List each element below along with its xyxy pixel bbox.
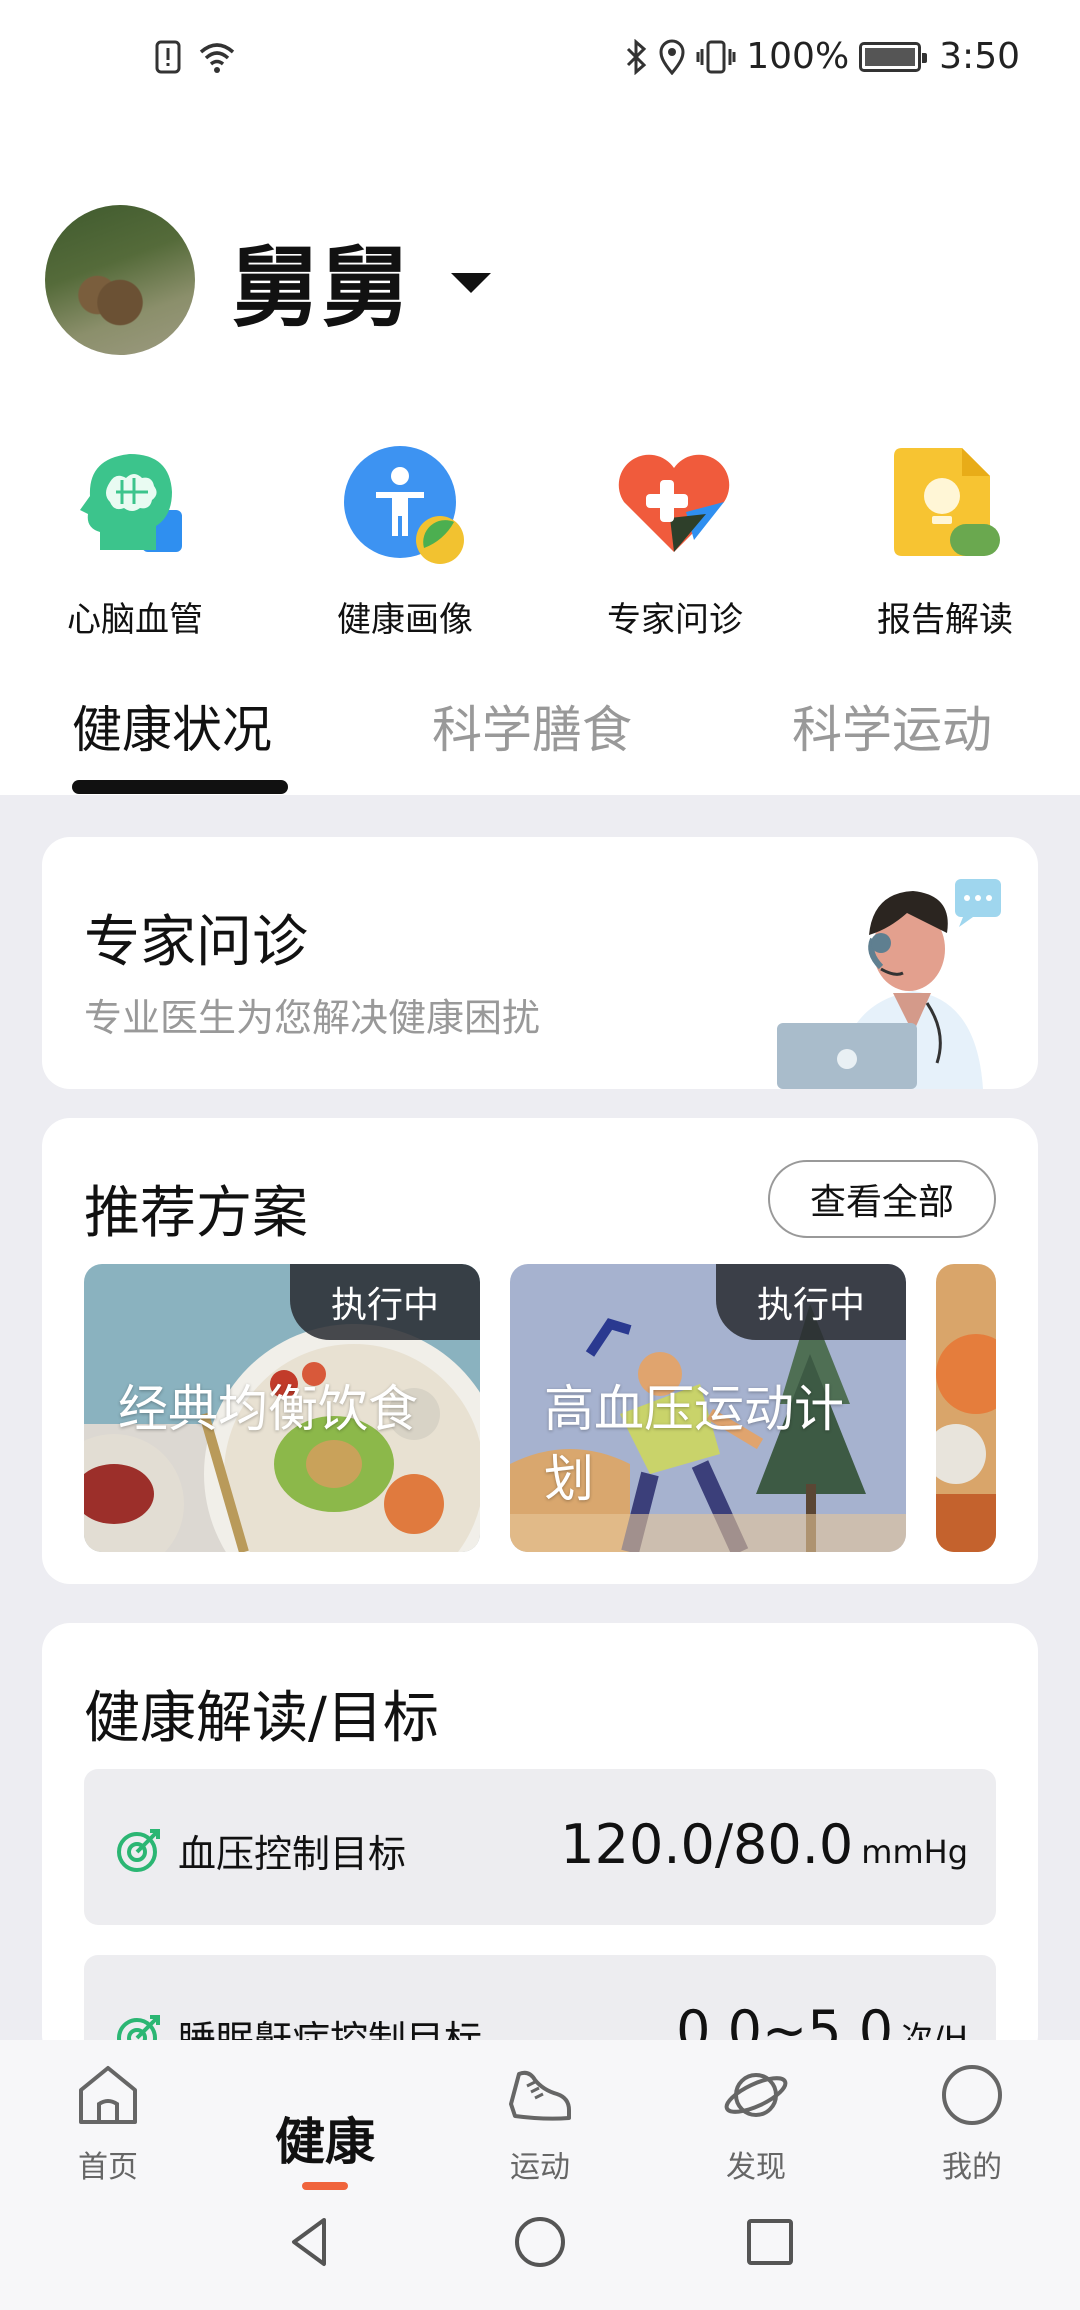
quick-action-cardio[interactable]: 心脑血管 [25, 440, 245, 641]
caret-down-icon[interactable] [451, 273, 492, 293]
plan-card-partial[interactable] [936, 1264, 996, 1552]
heart-plus-icon [610, 440, 740, 570]
wifi-icon [199, 43, 235, 73]
person-portrait-icon [340, 440, 470, 570]
battery-percent: 100% [746, 36, 850, 77]
location-icon [659, 39, 685, 75]
profile-switcher[interactable]: 舅舅 [45, 205, 492, 355]
view-all-button[interactable]: 查看全部 [768, 1160, 996, 1238]
content-area: 专家问诊 专业医生为您解决健康困扰 推荐方案 查看全部 执行中 经典均衡饮食 执… [0, 795, 1080, 2040]
brain-head-icon [70, 440, 200, 570]
alert-sim-icon [155, 40, 181, 74]
status-bar: 100% 3:50 [0, 0, 1080, 125]
goal-value-number: 120.0/80.0 [560, 1813, 854, 1876]
tab-exercise[interactable]: 科学运动 [792, 690, 992, 762]
nav-sport-label: 运动 [510, 2150, 570, 2185]
consult-subtitle: 专业医生为您解决健康困扰 [84, 996, 541, 1040]
tab-diet[interactable]: 科学膳食 [432, 690, 632, 762]
nav-home[interactable]: 首页 [28, 2060, 188, 2186]
plan-card-diet[interactable]: 执行中 经典均衡饮食 [84, 1264, 480, 1552]
plan-status-badge: 执行中 [290, 1264, 480, 1340]
goal-value: 120.0/80.0 mmHg [560, 1813, 968, 1876]
tab-active-indicator [72, 780, 288, 794]
nav-sport[interactable]: 运动 [460, 2060, 620, 2186]
plan-card-exercise[interactable]: 执行中 高血压运动计划 [510, 1264, 906, 1552]
plan-status-badge: 执行中 [716, 1264, 906, 1340]
quick-action-expert[interactable]: 专家问诊 [565, 440, 785, 641]
plan-title: 经典均衡饮食 [118, 1380, 418, 1438]
sneaker-icon [509, 2070, 571, 2121]
home-circle-icon[interactable] [510, 2212, 570, 2272]
report-bulb-icon [880, 440, 1010, 570]
status-right-icons: 100% 3:50 [624, 36, 1020, 77]
goal-label: 睡眠鼾症控制目标 [178, 2018, 483, 2040]
quick-actions: 心脑血管 健康画像 专家问诊 报告解读 [0, 440, 1080, 650]
goals-title: 健康解读/目标 [84, 1686, 439, 1751]
nav-home-label: 首页 [78, 2150, 138, 2185]
nav-discover-label: 发现 [726, 2150, 786, 2185]
nav-active-indicator [302, 2182, 348, 2190]
goal-label: 血压控制目标 [178, 1832, 407, 1876]
nav-mine[interactable]: 我的 [892, 2060, 1052, 2186]
goal-value-number: 0.0~5.0 [676, 1999, 894, 2040]
battery-icon [859, 41, 928, 72]
recents-icon[interactable] [740, 2212, 800, 2272]
quick-action-label: 健康画像 [337, 600, 473, 640]
goal-value-unit: 次/H [901, 2019, 968, 2040]
health-goals-card: 健康解读/目标 血压控制目标 120.0/80.0 mmHg 睡眠鼾症控制目标 0… [42, 1623, 1038, 2040]
target-icon [117, 2015, 160, 2040]
consult-title: 专家问诊 [84, 910, 308, 975]
target-icon [117, 1829, 160, 1872]
recommend-card: 推荐方案 查看全部 执行中 经典均衡饮食 执行中 高血压运动计划 [42, 1118, 1038, 1584]
clock-time: 3:50 [939, 36, 1020, 77]
home-icon [79, 2066, 137, 2124]
goal-row-sleep-apnea[interactable]: 睡眠鼾症控制目标 0.0~5.0 次/H [84, 1955, 996, 2040]
expert-consult-card[interactable]: 专家问诊 专业医生为您解决健康困扰 [42, 837, 1038, 1089]
tab-health-status[interactable]: 健康状况 [72, 690, 272, 762]
plan-image-partial [936, 1264, 996, 1552]
profile-name: 舅舅 [231, 235, 412, 339]
profile-circle-icon [942, 2065, 1002, 2125]
goal-value: 0.0~5.0 次/H [676, 1999, 968, 2040]
planet-icon [724, 2073, 788, 2117]
quick-action-label: 心脑血管 [67, 600, 203, 640]
nav-discover[interactable]: 发现 [676, 2060, 836, 2186]
nav-health[interactable]: 健康 [250, 2102, 400, 2174]
nav-mine-label: 我的 [942, 2150, 1002, 2185]
doctor-illustration [777, 879, 1001, 1089]
quick-action-label: 专家问诊 [607, 600, 743, 640]
goal-row-blood-pressure[interactable]: 血压控制目标 120.0/80.0 mmHg [84, 1769, 996, 1925]
bluetooth-icon [627, 38, 647, 75]
status-left-icons [155, 40, 237, 74]
quick-action-report[interactable]: 报告解读 [835, 440, 1055, 641]
plan-title: 高血压运动计划 [544, 1380, 844, 1508]
avatar[interactable] [45, 205, 195, 355]
goal-value-unit: mmHg [861, 1833, 968, 1871]
back-icon[interactable] [280, 2212, 340, 2272]
quick-action-portrait[interactable]: 健康画像 [295, 440, 515, 641]
vibrate-icon [696, 40, 736, 73]
system-navigation [0, 2190, 1080, 2310]
quick-action-label: 报告解读 [877, 600, 1013, 640]
recommend-title: 推荐方案 [84, 1181, 308, 1246]
